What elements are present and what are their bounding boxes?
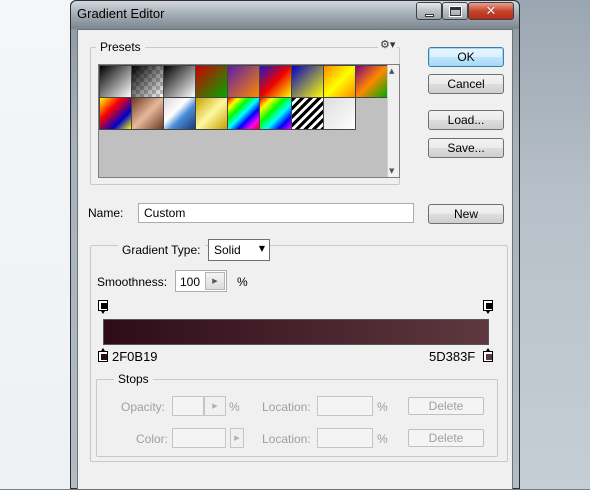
opacity-location-input[interactable] xyxy=(317,396,373,416)
ok-button[interactable]: OK xyxy=(428,47,504,67)
preset-swatch[interactable] xyxy=(131,65,164,98)
opacity-stepper-icon[interactable]: ▶ xyxy=(204,396,226,416)
maximize-icon xyxy=(448,5,462,17)
name-field[interactable]: Custom xyxy=(138,203,414,223)
preset-swatch[interactable] xyxy=(99,65,132,98)
preset-swatch[interactable] xyxy=(131,97,164,130)
opacity-delete-button[interactable]: Delete xyxy=(408,397,484,415)
preset-swatch[interactable] xyxy=(323,97,356,130)
close-icon: ✕ xyxy=(485,3,497,19)
left-stop-color-label: 2F0B19 xyxy=(112,349,158,364)
presets-label: Presets xyxy=(96,40,145,54)
new-button[interactable]: New xyxy=(428,204,504,224)
preset-swatch[interactable] xyxy=(323,65,356,98)
opacity-input[interactable] xyxy=(172,396,204,416)
gradient-type-select[interactable]: Solid ▼ xyxy=(208,239,270,261)
opacity-unit: % xyxy=(229,400,240,414)
gear-icon[interactable]: ⚙▾ xyxy=(378,38,398,51)
scroll-up-icon[interactable]: ▲ xyxy=(389,67,394,75)
title-bar[interactable]: Gradient Editor ✕ xyxy=(71,1,519,29)
smoothness-unit: % xyxy=(237,275,248,289)
gradient-type-label: Gradient Type: xyxy=(118,243,205,257)
color-location-input[interactable] xyxy=(317,428,373,448)
preset-swatch[interactable] xyxy=(227,65,260,98)
gradient-type-value: Solid xyxy=(214,243,241,257)
load-button[interactable]: Load... xyxy=(428,110,504,130)
preset-swatch[interactable] xyxy=(259,97,292,130)
dialog-body: Presets ⚙▾ ▲ ▼ OK Cancel Load... Save...… xyxy=(77,29,513,490)
preset-swatch[interactable] xyxy=(195,65,228,98)
color-delete-button[interactable]: Delete xyxy=(408,429,484,447)
scroll-down-icon[interactable]: ▼ xyxy=(389,167,394,175)
opacity-location-unit: % xyxy=(377,400,388,414)
cancel-button[interactable]: Cancel xyxy=(428,74,504,94)
smoothness-stepper-icon[interactable]: ▶ xyxy=(205,272,225,290)
preset-swatch[interactable] xyxy=(291,97,324,130)
preset-swatch[interactable] xyxy=(163,97,196,130)
preset-swatch[interactable] xyxy=(355,65,388,98)
preset-swatch[interactable] xyxy=(195,97,228,130)
color-stop-left[interactable] xyxy=(98,348,108,362)
preset-swatch[interactable] xyxy=(227,97,260,130)
color-swatch-input[interactable] xyxy=(172,428,226,448)
window-title: Gradient Editor xyxy=(77,6,165,21)
name-label: Name: xyxy=(88,206,124,220)
preset-swatch[interactable] xyxy=(163,65,196,98)
minimize-icon xyxy=(424,13,434,17)
color-location-label: Location: xyxy=(262,432,311,446)
close-button[interactable]: ✕ xyxy=(468,2,514,20)
opacity-stop-left[interactable] xyxy=(98,300,108,314)
stops-label: Stops xyxy=(114,372,153,386)
right-stop-color-label: 5D383F xyxy=(429,349,476,364)
opacity-stop-right[interactable] xyxy=(483,300,493,314)
opacity-label: Opacity: xyxy=(121,400,166,414)
save-button[interactable]: Save... xyxy=(428,138,504,158)
smoothness-input[interactable]: 100 ▶ xyxy=(175,270,227,292)
minimize-button[interactable] xyxy=(416,2,442,20)
preset-swatch[interactable] xyxy=(259,65,292,98)
color-location-unit: % xyxy=(377,432,388,446)
presets-scrollbar[interactable]: ▲ ▼ xyxy=(387,65,399,177)
preset-swatch[interactable] xyxy=(291,65,324,98)
preset-swatch[interactable] xyxy=(99,97,132,130)
maximize-button[interactable] xyxy=(442,2,468,20)
opacity-location-label: Location: xyxy=(262,400,311,414)
gradient-editor-dialog: Gradient Editor ✕ Presets ⚙▾ ▲ ▼ OK Canc… xyxy=(70,0,520,490)
presets-swatch-list[interactable]: ▲ ▼ xyxy=(98,64,400,178)
gradient-preview-bar[interactable] xyxy=(103,319,489,345)
color-picker-arrow-icon[interactable]: ▶ xyxy=(230,428,244,448)
color-stop-right[interactable] xyxy=(483,348,493,362)
smoothness-label: Smoothness: xyxy=(97,275,168,289)
chevron-down-icon: ▼ xyxy=(258,244,265,253)
color-label: Color: xyxy=(136,432,169,446)
smoothness-value: 100 xyxy=(180,275,201,289)
background-right xyxy=(514,0,590,489)
background-left xyxy=(0,0,76,489)
